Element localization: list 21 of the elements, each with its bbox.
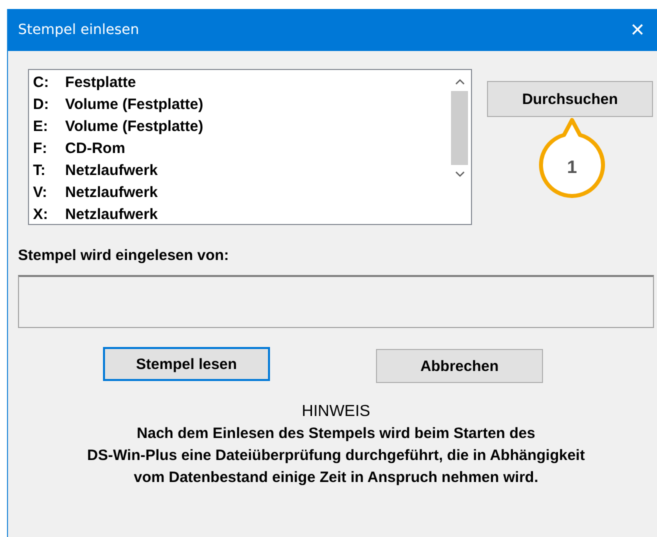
drive-item[interactable]: E: Volume (Festplatte): [33, 116, 447, 138]
source-label: Stempel wird eingelesen von:: [18, 247, 230, 266]
browse-button[interactable]: Durchsuchen: [487, 81, 653, 117]
close-button[interactable]: ✕: [618, 9, 657, 51]
scroll-up-icon[interactable]: [454, 79, 464, 85]
dialog-button[interactable]: Abbrechen: [376, 349, 543, 383]
window-title: Stempel einlesen: [18, 22, 140, 38]
drive-item[interactable]: C: Festplatte: [33, 72, 447, 94]
notice-text: Nach dem Einlesen des Stempels wird beim Starten des DS-Win-Plus eine Dateiüberprüfung durchgeführt, die in Abhängigkeit vom Datenbestand einige Zeit in Anspruch nehmen wird.: [86, 424, 586, 488]
scroll-thumb[interactable]: [451, 91, 468, 165]
source-field[interactable]: [18, 275, 654, 328]
notice-heading: HINWEIS: [300, 402, 372, 422]
drive-item[interactable]: X: Netzlaufwerk: [33, 204, 447, 226]
scroll-down-icon[interactable]: [454, 171, 464, 177]
drive-item[interactable]: F: CD-Rom: [33, 138, 447, 160]
dialog-button[interactable]: Stempel lesen: [103, 347, 270, 381]
drive-item[interactable]: T: Netzlaufwerk: [33, 160, 447, 182]
drive-list[interactable]: C: Festplatte D: Volume (Festplatte) E: Volume (Festplatte) F: CD-Rom T: Netzlaufwerk V: Netzlaufwerk X: Netzlaufwerk: [28, 69, 472, 225]
drive-item[interactable]: D: Volume (Festplatte): [33, 94, 447, 116]
drive-item[interactable]: V: Netzlaufwerk: [33, 182, 447, 204]
callout-badge: 1: [537, 118, 607, 200]
